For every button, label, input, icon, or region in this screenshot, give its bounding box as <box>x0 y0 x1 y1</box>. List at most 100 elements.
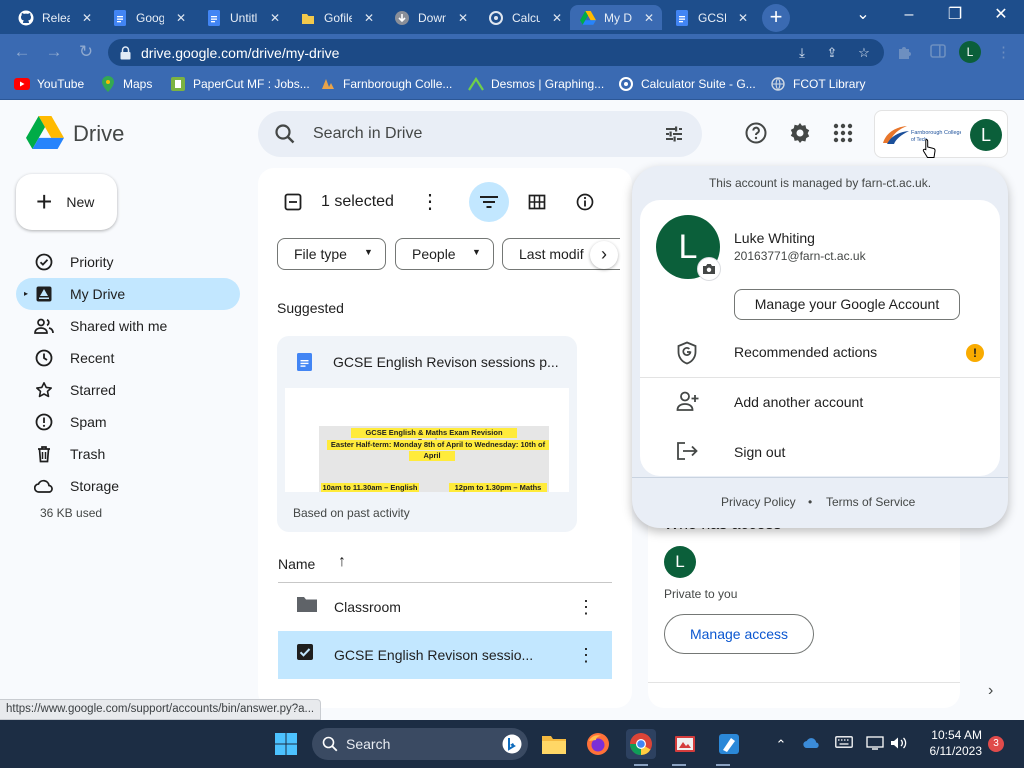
more-options-icon[interactable]: ⋮ <box>576 595 596 619</box>
thumb-line: GCSE English & Maths Exam Revision Sessi… <box>351 428 517 446</box>
keyboard-icon[interactable] <box>835 736 853 754</box>
close-tab-icon[interactable]: ✕ <box>82 11 92 25</box>
bookmark-maps[interactable]: Maps <box>100 76 152 92</box>
taskbar-search-box[interactable]: Search <box>312 728 528 760</box>
address-bar[interactable]: drive.google.com/drive/my-drive ⤓ ⇪ ☆ <box>108 39 884 66</box>
name-column-header[interactable]: Name <box>278 556 315 572</box>
chevron-right-icon[interactable]: › <box>988 682 993 700</box>
extensions-icon[interactable] <box>896 43 914 61</box>
paint-app-icon[interactable] <box>714 729 744 759</box>
settings-gear-icon[interactable] <box>788 121 812 145</box>
sidebar-item-starred[interactable]: Starred <box>16 374 240 406</box>
recommended-actions-item[interactable]: Recommended actions <box>640 329 1000 377</box>
tab-gofile[interactable]: Gofile ✕ <box>290 5 382 30</box>
tab-download[interactable]: Down ✕ <box>384 5 476 30</box>
tray-overflow-chevron-icon[interactable]: ⌃ <box>772 736 790 754</box>
reload-icon[interactable]: ↻ <box>76 42 96 62</box>
new-tab-button[interactable]: + <box>762 4 790 32</box>
more-actions-icon[interactable]: ⋮ <box>420 190 440 214</box>
help-icon[interactable] <box>744 121 768 145</box>
google-apps-grid-icon[interactable] <box>831 121 855 145</box>
sign-out-item[interactable]: Sign out <box>640 429 1000 477</box>
privacy-policy-link[interactable]: Privacy Policy <box>721 495 796 509</box>
tab-calculator[interactable]: Calcu ✕ <box>478 5 570 30</box>
sidepanel-icon[interactable] <box>930 43 946 59</box>
close-tab-icon[interactable]: ✕ <box>738 11 748 25</box>
drive-logo-icon[interactable] <box>26 116 64 150</box>
install-icon[interactable]: ⤓ <box>794 45 810 61</box>
filter-chip-people[interactable]: People ▼ <box>395 238 494 270</box>
close-tab-icon[interactable]: ✕ <box>458 11 468 25</box>
notification-count-badge[interactable]: 3 <box>988 736 1004 752</box>
close-tab-icon[interactable]: ✕ <box>552 11 562 25</box>
add-account-item[interactable]: Add another account <box>640 379 1000 427</box>
tab-search-chevron-icon[interactable]: ⌄ <box>848 4 878 28</box>
network-icon[interactable] <box>866 736 884 754</box>
sidebar-item-recent[interactable]: Recent <box>16 342 240 374</box>
sidebar-item-label: Recent <box>70 350 115 366</box>
info-icon[interactable] <box>576 193 594 211</box>
minimize-button[interactable]: – <box>894 4 924 28</box>
file-explorer-icon[interactable] <box>539 729 569 759</box>
tab-google-doc[interactable]: Goog ✕ <box>102 5 194 30</box>
chrome-icon[interactable] <box>626 729 656 759</box>
grid-view-icon[interactable] <box>528 193 546 211</box>
firefox-icon[interactable] <box>583 729 613 759</box>
sidebar-item-storage[interactable]: Storage <box>16 470 240 502</box>
bookmark-farnborough[interactable]: Farnborough Colle... <box>320 76 452 92</box>
back-icon[interactable]: ← <box>12 42 32 62</box>
search-options-icon[interactable] <box>664 124 684 144</box>
volume-icon[interactable] <box>890 736 908 754</box>
bookmark-papercut[interactable]: PaperCut MF : Jobs... <box>170 76 310 92</box>
manage-access-button[interactable]: Manage access <box>664 614 814 654</box>
filter-toggle-button[interactable] <box>469 182 509 222</box>
more-options-icon[interactable]: ⋮ <box>576 643 596 667</box>
tab-my-drive[interactable]: My D ✕ <box>570 5 662 30</box>
profile-avatar[interactable]: L <box>959 41 981 63</box>
close-tab-icon[interactable]: ✕ <box>644 11 654 25</box>
sidebar-item-priority[interactable]: Priority <box>16 246 240 278</box>
menu-kebab-icon[interactable]: ⋮ <box>996 43 1011 61</box>
forward-icon[interactable]: → <box>44 42 64 62</box>
owner-avatar: L <box>664 546 696 578</box>
clock-date[interactable]: 6/11/2023 <box>924 744 983 758</box>
scroll-right-chevron-icon[interactable]: › <box>590 241 618 269</box>
tab-github[interactable]: Relea ✕ <box>8 5 100 30</box>
media-app-icon[interactable] <box>670 729 700 759</box>
bookmark-desmos[interactable]: Desmos | Graphing... <box>468 76 604 92</box>
table-row[interactable]: GCSE English Revison sessio... ⋮ <box>278 631 612 679</box>
table-row[interactable]: Classroom ⋮ <box>278 583 612 631</box>
close-tab-icon[interactable]: ✕ <box>176 11 186 25</box>
manage-google-account-button[interactable]: Manage your Google Account <box>734 289 960 320</box>
search-icon[interactable] <box>274 123 296 145</box>
share-icon[interactable]: ⇪ <box>824 45 840 61</box>
sidebar-item-trash[interactable]: Trash <box>16 438 240 470</box>
tab-untitled-doc[interactable]: Untitl ✕ <box>196 5 288 30</box>
bookmark-fcot-library[interactable]: FCOT Library <box>770 76 865 92</box>
close-tab-icon[interactable]: ✕ <box>364 11 374 25</box>
close-window-button[interactable]: ✕ <box>986 4 1016 28</box>
sidebar-item-shared[interactable]: Shared with me <box>16 310 240 342</box>
tab-gcse-doc[interactable]: GCSE ✕ <box>664 5 756 30</box>
checkbox-checked-icon[interactable] <box>296 643 320 667</box>
sidebar-item-spam[interactable]: Spam <box>16 406 240 438</box>
camera-icon[interactable] <box>697 257 721 281</box>
terms-of-service-link[interactable]: Terms of Service <box>826 495 915 509</box>
sidebar-item-my-drive[interactable]: ▸ My Drive <box>16 278 240 310</box>
sort-ascending-icon[interactable]: ↑ <box>338 553 346 571</box>
account-avatar[interactable]: L <box>970 119 1002 151</box>
clear-selection-icon[interactable] <box>284 193 302 211</box>
bookmark-star-icon[interactable]: ☆ <box>856 45 872 61</box>
close-tab-icon[interactable]: ✕ <box>270 11 280 25</box>
clock-time[interactable]: 10:54 AM <box>930 728 982 742</box>
new-button[interactable]: + New <box>16 174 117 230</box>
bookmark-calculator-suite[interactable]: Calculator Suite - G... <box>618 76 756 92</box>
drive-search-input[interactable]: Search in Drive <box>258 111 702 157</box>
onedrive-icon[interactable] <box>803 736 821 754</box>
expand-arrow-icon[interactable]: ▸ <box>24 289 28 298</box>
bing-icon[interactable] <box>502 734 522 754</box>
restore-button[interactable]: ❐ <box>940 4 970 28</box>
bookmark-youtube[interactable]: YouTube <box>14 76 84 92</box>
windows-start-icon[interactable] <box>274 732 298 756</box>
filter-chip-file-type[interactable]: File type ▼ <box>277 238 386 270</box>
